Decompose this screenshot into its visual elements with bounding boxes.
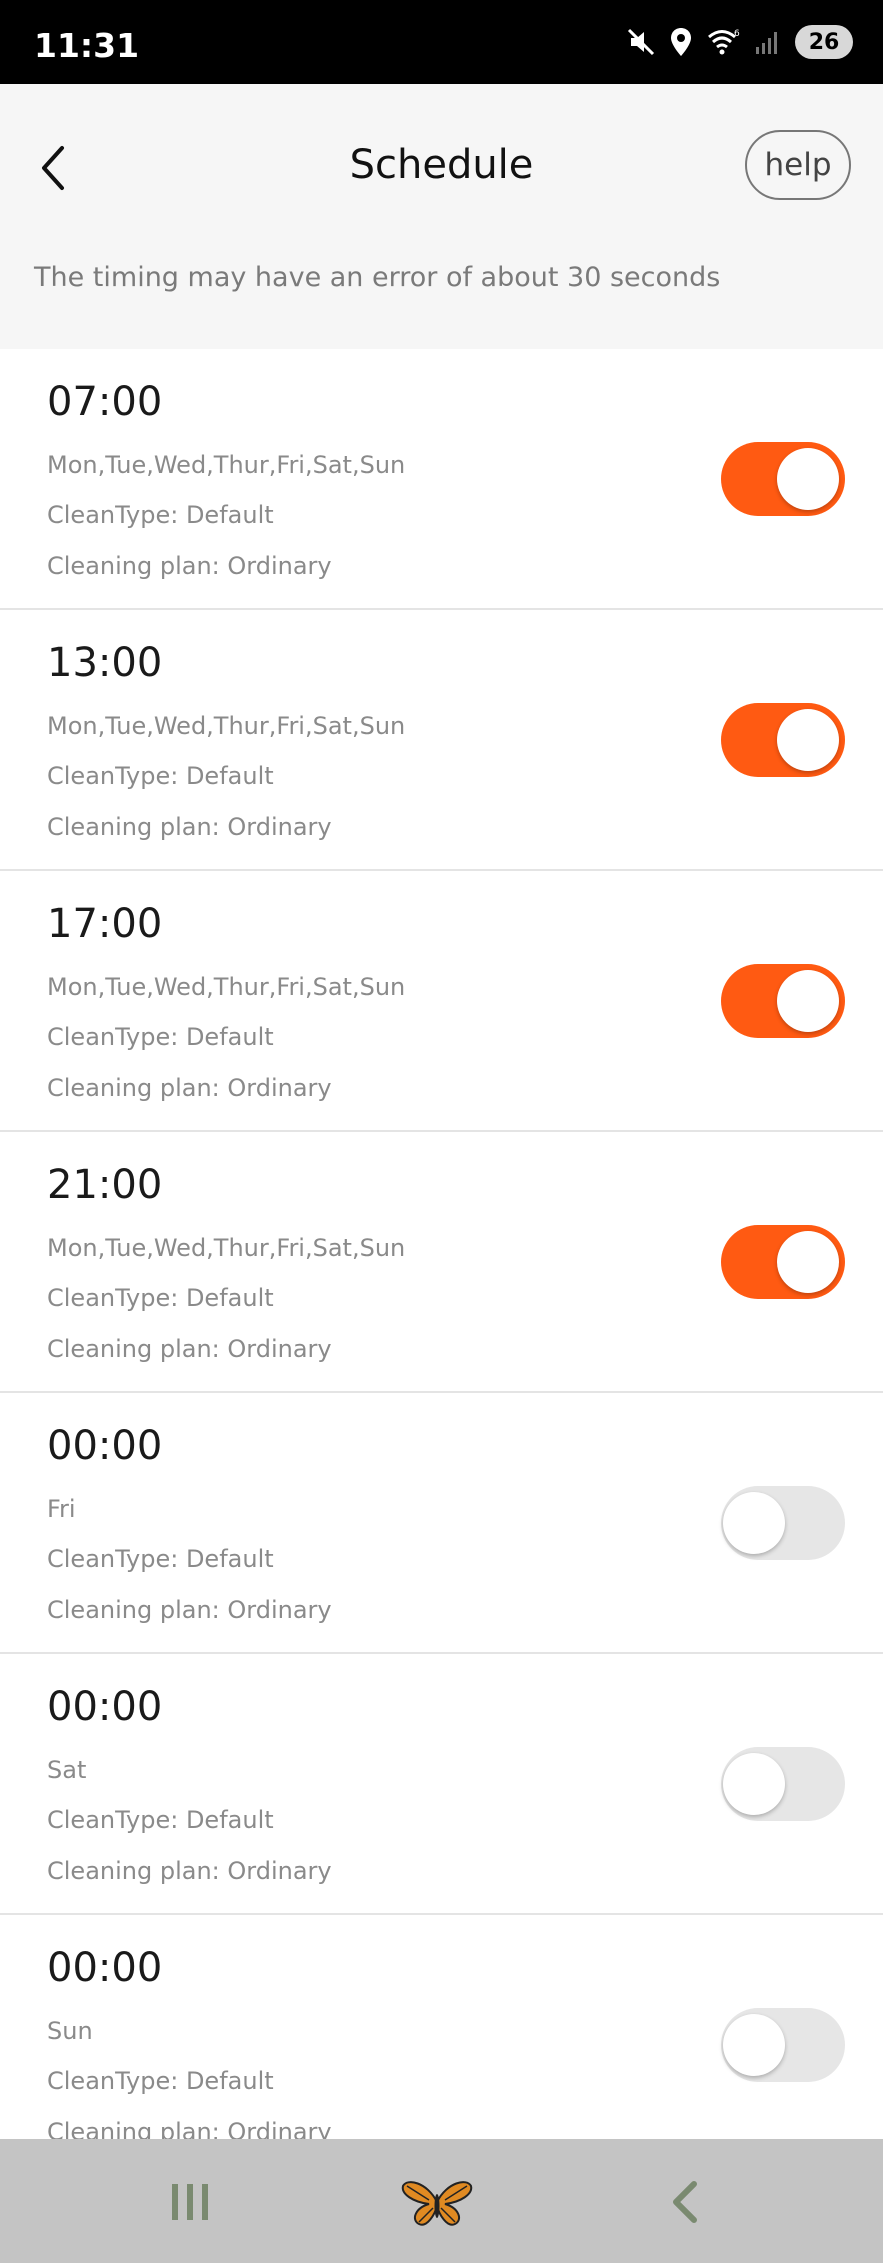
schedule-plan: Cleaning plan: Ordinary [47,552,332,580]
system-nav-bar [0,2139,883,2263]
help-button[interactable]: help [745,130,851,200]
schedule-item[interactable]: 17:00 Mon,Tue,Wed,Thur,Fri,Sat,Sun Clean… [0,871,883,1132]
schedule-item[interactable]: 21:00 Mon,Tue,Wed,Thur,Fri,Sat,Sun Clean… [0,1132,883,1393]
schedule-days: Mon,Tue,Wed,Thur,Fri,Sat,Sun [47,1234,406,1262]
schedule-item[interactable]: 07:00 Mon,Tue,Wed,Thur,Fri,Sat,Sun Clean… [0,349,883,610]
schedule-days: Sat [47,1756,87,1784]
toggle-knob [777,970,839,1032]
schedule-toggle[interactable] [721,1225,845,1299]
schedule-toggle[interactable] [721,964,845,1038]
schedule-toggle[interactable] [721,2008,845,2082]
status-time: 11:31 [34,26,140,65]
schedule-days: Mon,Tue,Wed,Thur,Fri,Sat,Sun [47,973,406,1001]
schedule-clean-type: CleanType: Default [47,1806,274,1834]
toggle-knob [723,1753,785,1815]
schedule-item[interactable]: 00:00 Sat CleanType: Default Cleaning pl… [0,1654,883,1915]
schedule-plan: Cleaning plan: Ordinary [47,1596,332,1624]
schedule-plan: Cleaning plan: Ordinary [47,1857,332,1885]
recents-button[interactable] [150,2167,230,2237]
schedule-days: Mon,Tue,Wed,Thur,Fri,Sat,Sun [47,712,406,740]
toggle-knob [777,1231,839,1293]
schedule-plan: Cleaning plan: Ordinary [47,1335,332,1363]
schedule-clean-type: CleanType: Default [47,1023,274,1051]
schedule-time: 07:00 [47,379,163,425]
schedule-plan: Cleaning plan: Ordinary [47,813,332,841]
battery-icon: 26 [795,25,853,59]
schedule-clean-type: CleanType: Default [47,2067,274,2095]
butterfly-home-icon [401,2181,473,2226]
schedule-clean-type: CleanType: Default [47,1545,274,1573]
nav-back-button[interactable] [645,2167,725,2237]
mute-icon [627,28,655,56]
status-icons: 6 26 [627,22,853,62]
toggle-knob [723,1492,785,1554]
schedule-plan: Cleaning plan: Ordinary [47,1074,332,1102]
schedule-clean-type: CleanType: Default [47,762,274,790]
schedule-time: 17:00 [47,901,163,947]
schedule-toggle[interactable] [721,442,845,516]
schedule-item[interactable]: 00:00 Fri CleanType: Default Cleaning pl… [0,1393,883,1654]
schedule-days: Fri [47,1495,76,1523]
schedule-days: Mon,Tue,Wed,Thur,Fri,Sat,Sun [47,451,406,479]
toggle-knob [777,448,839,510]
schedule-clean-type: CleanType: Default [47,1284,274,1312]
schedule-days: Sun [47,2017,93,2045]
schedule-time: 21:00 [47,1162,163,1208]
schedule-time: 00:00 [47,1423,163,1469]
back-icon [673,2181,697,2223]
schedule-clean-type: CleanType: Default [47,501,274,529]
home-button[interactable] [397,2167,477,2237]
schedule-item[interactable]: 00:00 Sun CleanType: Default Cleaning pl… [0,1915,883,2139]
schedule-item[interactable]: 13:00 Mon,Tue,Wed,Thur,Fri,Sat,Sun Clean… [0,610,883,871]
schedule-time: 13:00 [47,640,163,686]
svg-text:6: 6 [734,29,740,39]
recents-icon [172,2184,208,2220]
signal-icon [756,32,777,54]
schedule-toggle[interactable] [721,703,845,777]
schedule-plan: Cleaning plan: Ordinary [47,2118,332,2139]
schedule-toggle[interactable] [721,1747,845,1821]
toggle-knob [723,2014,785,2076]
schedule-time: 00:00 [47,1684,163,1730]
schedule-time: 00:00 [47,1945,163,1991]
header: Schedule help The timing may have an err… [0,84,883,349]
schedule-list: 07:00 Mon,Tue,Wed,Thur,Fri,Sat,Sun Clean… [0,349,883,2139]
status-bar: 11:31 6 26 [0,0,883,84]
toggle-knob [777,709,839,771]
schedule-toggle[interactable] [721,1486,845,1560]
wifi-icon: 6 [708,29,740,55]
timing-notice: The timing may have an error of about 30… [34,262,721,293]
location-icon [671,28,691,56]
